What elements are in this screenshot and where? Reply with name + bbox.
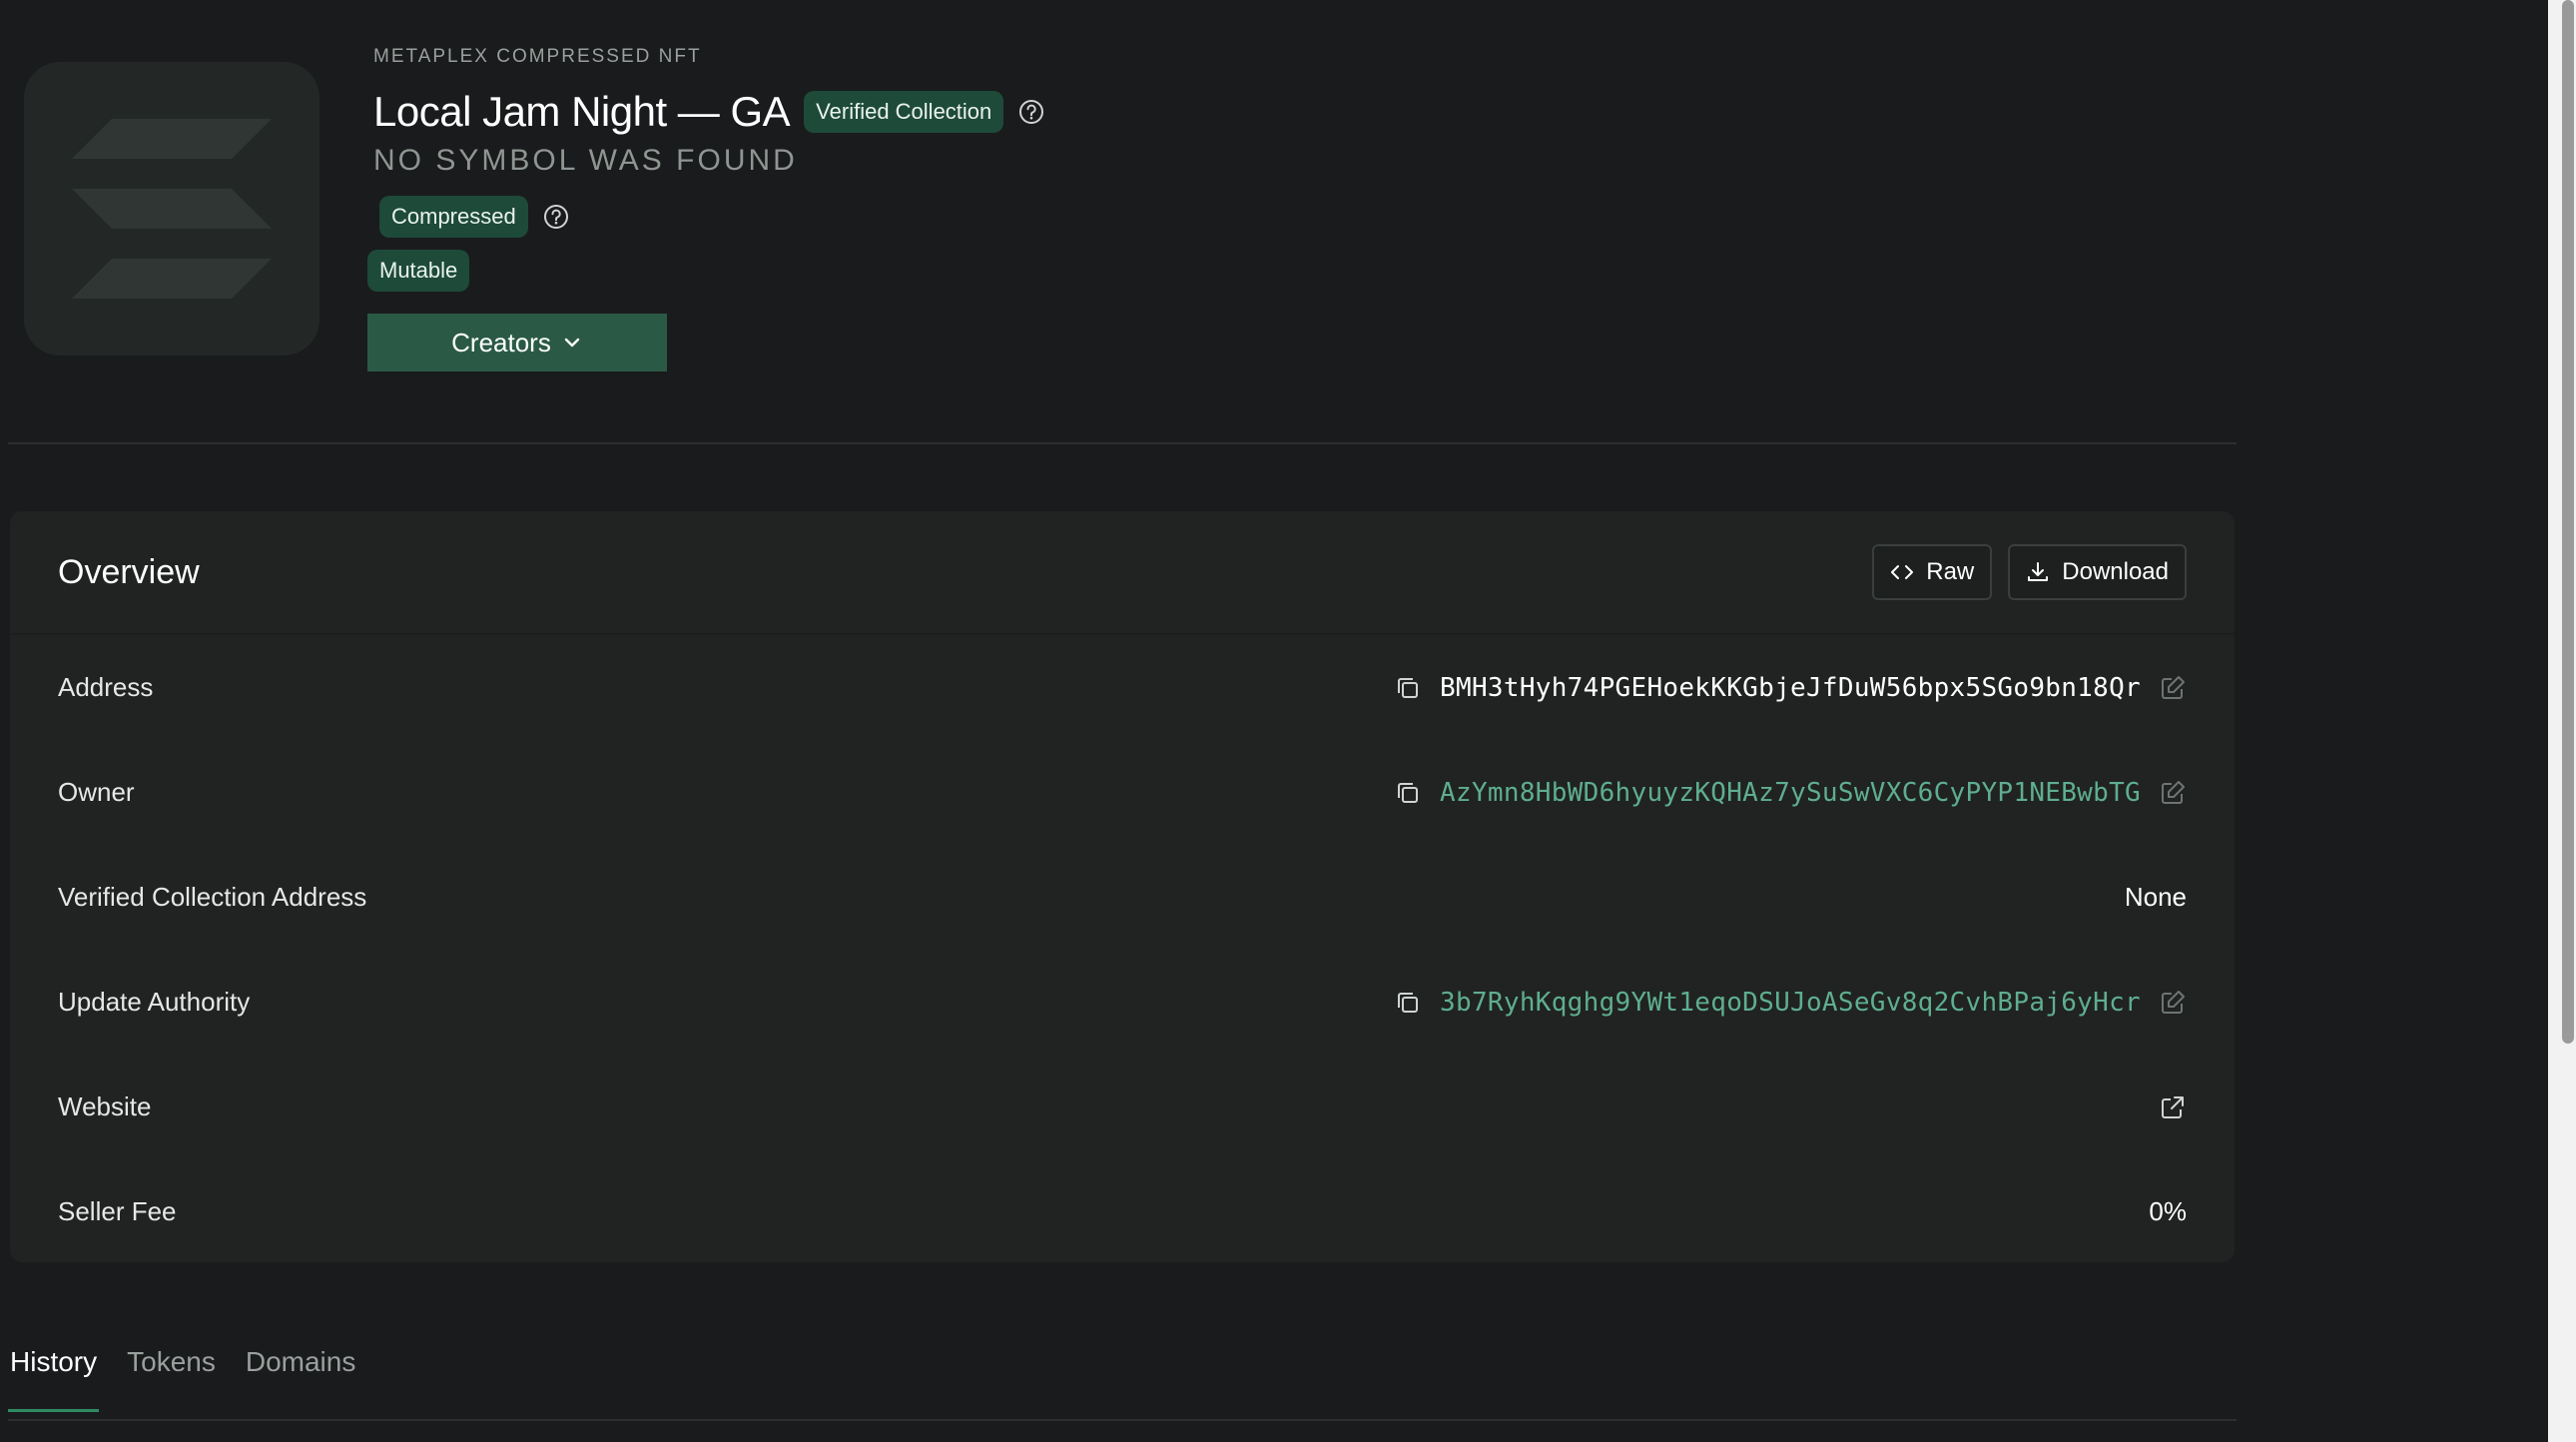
copy-icon[interactable] xyxy=(1394,674,1422,702)
row-update-authority: Update Authority 3b7RyhKqghg9YWt1eqoDSUJ… xyxy=(10,950,2235,1055)
raw-button[interactable]: Raw xyxy=(1872,544,1993,600)
title-row: Local Jam Night — GA Verified Collection xyxy=(373,88,1045,136)
scrollbar-thumb[interactable] xyxy=(2562,0,2574,1044)
tabs-divider xyxy=(8,1419,2237,1421)
website-label: Website xyxy=(58,1091,152,1121)
row-verified-collection-address: Verified Collection Address None xyxy=(10,845,2235,950)
owner-link[interactable]: AzYmn8HbWD6hyuyzKQHAz7ySuSwVXC6CyPYP1NEB… xyxy=(1440,778,2141,808)
row-owner: Owner AzYmn8HbWD6hyuyzKQHAz7ySuSwVXC6CyP… xyxy=(10,740,2235,845)
copy-icon[interactable] xyxy=(1394,779,1422,807)
creators-button-label: Creators xyxy=(451,327,551,358)
tab-domains[interactable]: Domains xyxy=(246,1346,355,1412)
address-text[interactable]: BMH3tHyh74PGEHoekKKGbjeJfDuW56bpx5SGo9bn… xyxy=(1440,673,2141,703)
update-authority-link[interactable]: 3b7RyhKqghg9YWt1eqoDSUJoASeGv8q2CvhBPaj6… xyxy=(1440,988,2141,1018)
external-link-icon[interactable] xyxy=(2159,1093,2187,1121)
owner-label: Owner xyxy=(58,777,135,807)
tab-bar: History Tokens Domains xyxy=(7,1346,355,1412)
download-button[interactable]: Download xyxy=(2008,544,2187,600)
compressed-badge: Compressed xyxy=(379,196,528,238)
nft-image xyxy=(24,62,320,356)
tab-tokens[interactable]: Tokens xyxy=(127,1346,216,1412)
compressed-row: Compressed xyxy=(373,196,1045,238)
header-divider xyxy=(8,442,2237,444)
header-info: METAPLEX COMPRESSED NFT Local Jam Night … xyxy=(373,46,1045,238)
download-icon xyxy=(2028,562,2049,581)
raw-button-label: Raw xyxy=(1926,558,1975,585)
overview-card: Overview Raw Download Address BMH3tHyh74… xyxy=(10,511,2235,1262)
symbol-text: NO SYMBOL WAS FOUND xyxy=(373,144,798,177)
verified-collection-address-value: None xyxy=(2124,882,2187,912)
overview-actions: Raw Download xyxy=(1872,544,2187,600)
address-value: BMH3tHyh74PGEHoekKKGbjeJfDuW56bpx5SGo9bn… xyxy=(1394,673,2187,703)
update-authority-value: 3b7RyhKqghg9YWt1eqoDSUJoASeGv8q2CvhBPaj6… xyxy=(1394,988,2187,1018)
seller-fee-label: Seller Fee xyxy=(58,1196,177,1226)
verified-collection-address-label: Verified Collection Address xyxy=(58,882,367,912)
owner-value: AzYmn8HbWD6hyuyzKQHAz7ySuSwVXC6CyPYP1NEB… xyxy=(1394,778,2187,808)
page-title: Local Jam Night — GA xyxy=(373,88,791,135)
verified-collection-badge: Verified Collection xyxy=(804,91,1004,133)
solana-logo-icon xyxy=(72,119,272,299)
tab-history[interactable]: History xyxy=(7,1346,100,1412)
mutable-badge: Mutable xyxy=(367,250,470,292)
address-label: Address xyxy=(58,672,154,702)
help-icon[interactable] xyxy=(1017,98,1045,126)
page: METAPLEX COMPRESSED NFT Local Jam Night … xyxy=(0,0,2576,1442)
update-authority-label: Update Authority xyxy=(58,987,251,1017)
edit-icon[interactable] xyxy=(2159,989,2187,1017)
row-address: Address BMH3tHyh74PGEHoekKKGbjeJfDuW56bp… xyxy=(10,635,2235,740)
chevron-down-icon xyxy=(564,338,580,348)
creators-button[interactable]: Creators xyxy=(367,314,667,371)
download-button-label: Download xyxy=(2062,558,2169,585)
page-kicker: METAPLEX COMPRESSED NFT xyxy=(373,46,702,67)
row-website: Website xyxy=(10,1055,2235,1159)
copy-icon[interactable] xyxy=(1394,989,1422,1017)
edit-icon[interactable] xyxy=(2159,779,2187,807)
overview-title: Overview xyxy=(58,552,200,591)
seller-fee-value: 0% xyxy=(2149,1196,2187,1226)
edit-icon[interactable] xyxy=(2159,674,2187,702)
overview-header: Overview Raw Download xyxy=(10,511,2235,635)
row-seller-fee: Seller Fee 0% xyxy=(10,1159,2235,1264)
code-icon xyxy=(1891,565,1914,579)
help-icon[interactable] xyxy=(542,203,570,231)
